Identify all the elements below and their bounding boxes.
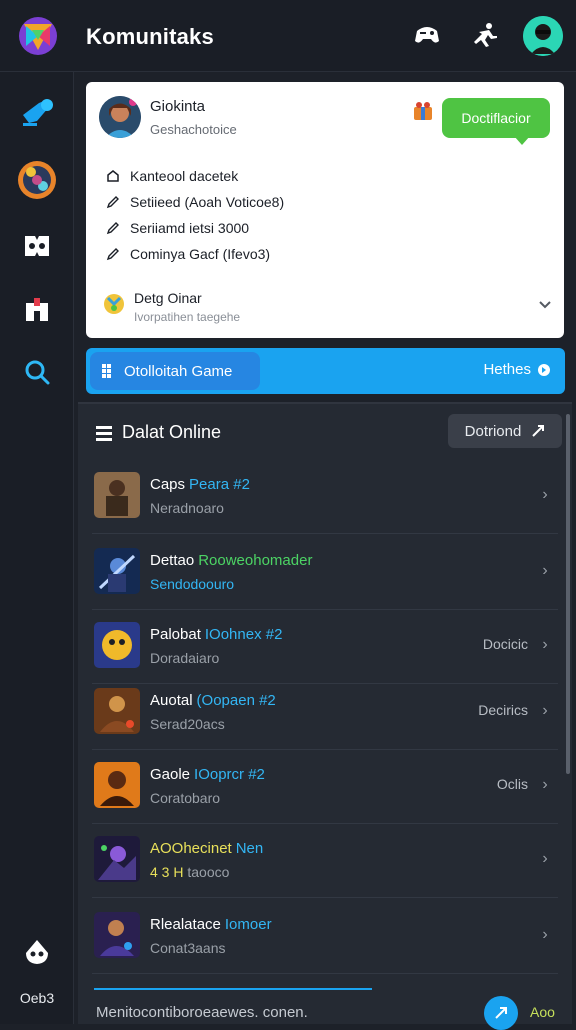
chevron-right-icon[interactable]: › [538,702,552,720]
scrollbar[interactable] [566,414,570,774]
row-subtitle: Serad20acs [150,716,225,732]
device-row[interactable]: Detg Oinar Ivorpatihen taegehe [102,288,552,328]
gift-icon[interactable] [412,100,434,122]
row-title: Gaole IOoprcr #2 [150,766,265,783]
row-status: Decirics [478,702,528,718]
row-title: Dettao Rooweohomader [150,552,313,569]
link-icon [495,1007,507,1019]
row-subtitle: Conat3aans [150,940,226,956]
device-title: Detg Oinar [134,290,202,306]
row-title: Auotal (Oopaen #2 [150,692,276,709]
chat-bubble-icon[interactable] [15,90,59,134]
list-item[interactable]: Dettao Rooweohomader Sendodoouro › [92,536,558,610]
menu-icon [96,425,112,441]
app-title: Komunitaks [86,24,214,49]
sidebar-bottom-label: Oeb3 [19,990,55,1006]
row-subtitle: Sendodoouro [150,576,235,592]
chevron-right-icon[interactable]: › [538,486,552,504]
history-link[interactable]: Hethes [483,361,551,378]
main-content: Giokinta Geshachotoice Doctiflacior Kant… [74,72,576,1030]
game-thumbnail [94,472,140,518]
row-subtitle: Neradnoaro [150,500,224,516]
game-thumbnail [94,688,140,734]
game-thumbnail [94,622,140,668]
row-subtitle: Doradaiaro [150,650,220,666]
controller-icon[interactable] [15,224,59,268]
alien-icon[interactable] [15,930,59,974]
detail-row: Kanteool dacetek [106,168,238,184]
row-status: Docicic [482,636,528,652]
row-title: Rlealatace Iomoer [150,916,272,933]
list-item[interactable]: Caps Peara #2 Neradnoaro › [92,460,558,534]
add-game-label: Otolloitah Game [124,362,233,380]
list-item[interactable]: AOOhecinet Nen 4 3 H taooco › [92,824,558,898]
list-item[interactable]: Gaole IOoprcr #2 Coratobaro Oclis › [92,750,558,824]
search-icon[interactable] [15,350,59,394]
detail-text: Seriiamd ietsi 3000 [130,220,250,236]
game-thumbnail [94,836,140,882]
detail-row: Setiieed (Aoah Voticoe8) [106,194,284,210]
action-bar: Otolloitah Game Hethes [86,348,565,394]
gamepad-icon[interactable] [412,20,442,50]
list-footer: Menitocontiboroeaewes. conen. Aoo [92,988,572,1030]
runner-icon[interactable] [470,20,500,50]
download-label: Dotriond [464,422,522,440]
row-subtitle: 4 3 H taooco [150,864,230,880]
community-avatar-icon[interactable] [15,158,59,202]
game-thumbnail [94,548,140,594]
profile-card: Giokinta Geshachotoice Doctiflacior Kant… [86,82,564,338]
online-list-panel: Dalat Online Dotriond Caps Peara #2 Nerad… [78,402,572,1030]
row-status: Oclis [496,776,528,792]
list-title: Dalat Online [122,422,222,442]
row-subtitle: Coratobaro [150,790,221,806]
chevron-right-icon[interactable]: › [538,850,552,868]
detail-text: Setiieed (Aoah Voticoe8) [130,194,285,210]
history-label: Hethes [483,361,531,378]
grid-icon [102,364,111,378]
edit-icon [106,221,120,235]
cta-button[interactable]: Doctiflacior [442,98,550,138]
app-logo-icon[interactable] [18,16,58,56]
detail-row: Seriiamd ietsi 3000 [106,220,249,236]
list-item[interactable]: Rlealatace Iomoer Conat3aans › [92,900,558,974]
add-game-button[interactable]: Otolloitah Game [90,352,260,390]
detail-text: Cominya Gacf (Ifevo3) [130,246,271,262]
game-thumbnail [94,762,140,808]
profile-name: Giokinta [150,98,206,115]
profile-avatar[interactable] [99,96,141,138]
top-bar: Komunitaks [0,0,576,72]
avatar[interactable] [523,16,563,56]
profile-status: Geshachotoice [150,122,237,137]
detail-text: Kanteool dacetek [130,168,239,184]
list-item[interactable]: Auotal (Oopaen #2 Serad20acs Decirics › [92,676,558,750]
edit-icon [106,247,120,261]
row-title: AOOhecinet Nen [150,840,264,857]
device-subtitle: Ivorpatihen taegehe [134,310,241,324]
download-button[interactable]: Dotriond [448,414,562,448]
footer-action-button[interactable] [484,996,518,1030]
arrow-circle-icon [538,363,550,376]
home-icon [106,169,120,183]
footer-label: Aoo [530,1004,555,1020]
chevron-right-icon[interactable]: › [538,776,552,794]
cta-tail [514,136,530,145]
footer-text: Menitocontiboroeaewes. conen. [96,1004,308,1021]
chevron-down-icon[interactable] [538,300,552,310]
game-thumbnail [94,912,140,958]
detail-row: Cominya Gacf (Ifevo3) [106,246,270,262]
chevron-right-icon[interactable]: › [538,562,552,580]
chevron-right-icon[interactable]: › [538,636,552,654]
list-header: Dalat Online [96,422,221,443]
edit-icon [106,195,120,209]
store-icon[interactable] [15,288,59,332]
chevron-right-icon[interactable]: › [538,926,552,944]
list-item[interactable]: Palobat IOohnex #2 Doradaiaro Docicic › [92,610,558,684]
footer-progress [94,988,372,990]
sidebar: Oeb3 [0,72,74,1024]
row-title: Caps Peara #2 [150,476,250,493]
row-title: Palobat IOohnex #2 [150,626,283,643]
link-icon [532,425,545,437]
device-icon [104,294,124,314]
